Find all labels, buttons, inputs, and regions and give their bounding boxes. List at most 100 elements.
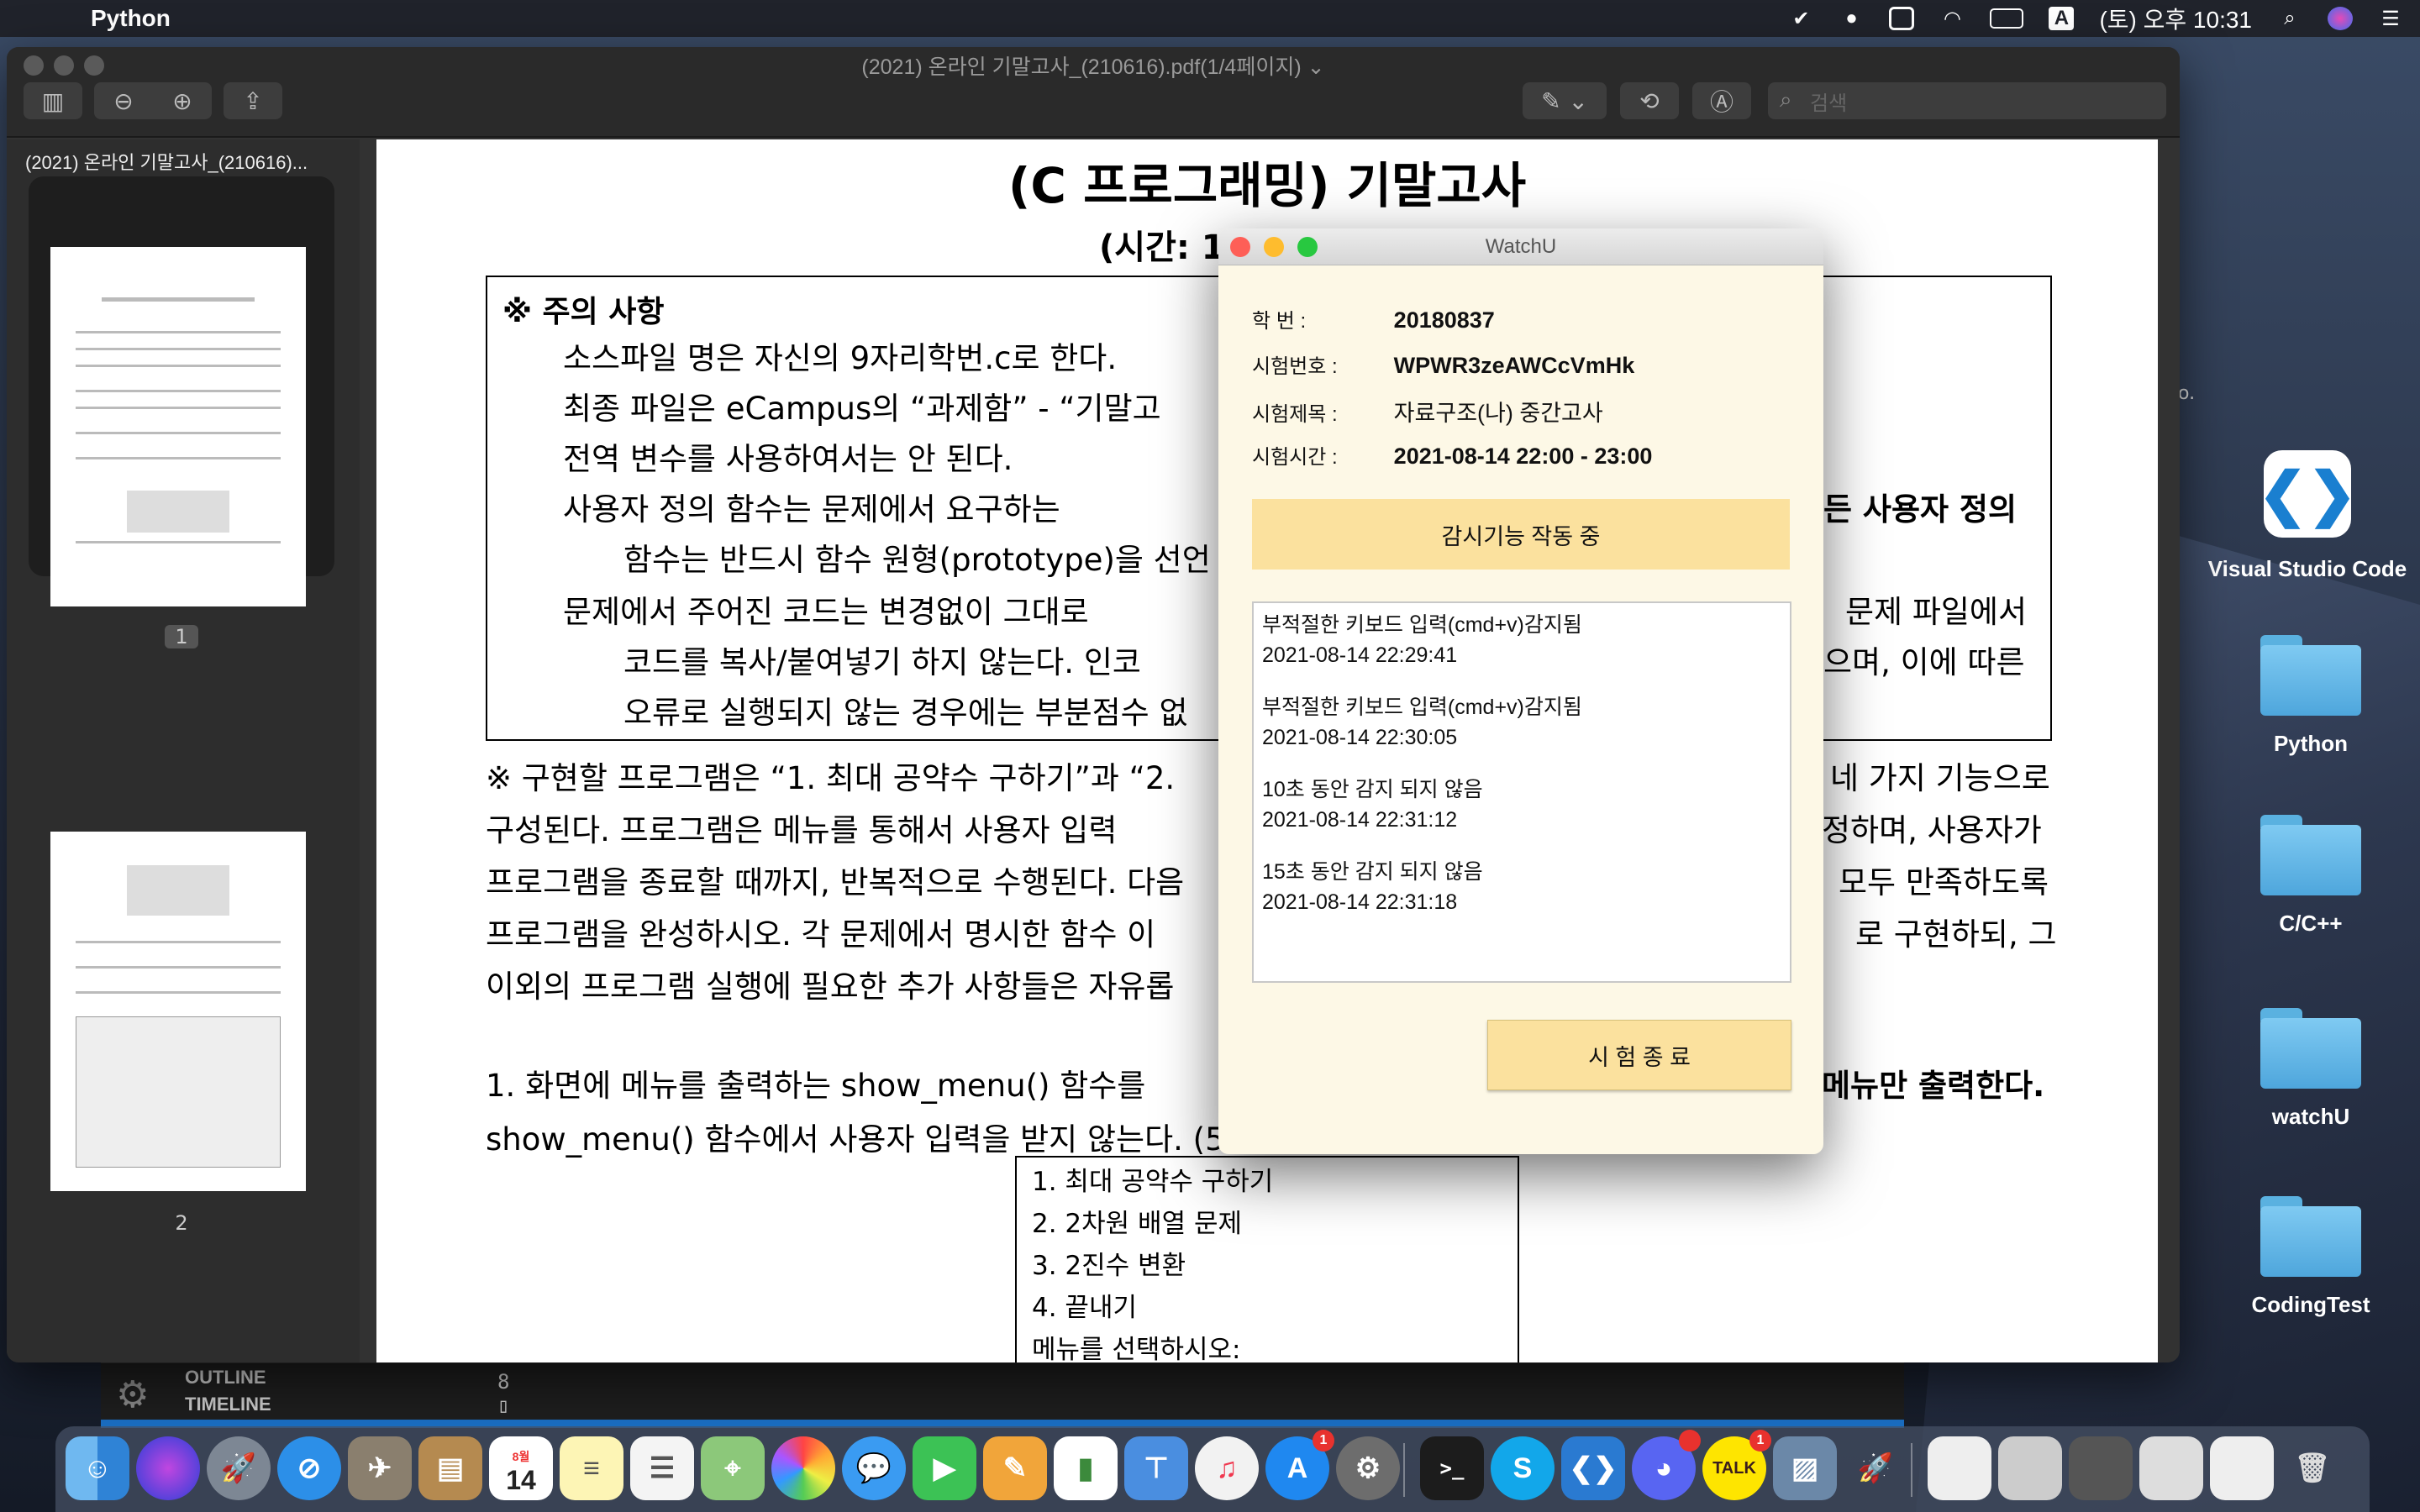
- watchu-window: WatchU 학 번 : 20180837 시험번호 : WPWR3zeAWCc…: [1218, 228, 1823, 1154]
- desktop-text-fragment: o.: [2178, 383, 2196, 404]
- desktop-folder-cpp[interactable]: C/C++: [2210, 815, 2412, 937]
- discord-icon[interactable]: ◕: [1632, 1430, 1701, 1500]
- desktop-icon-label: watchU: [2271, 1104, 2350, 1129]
- notes-icon[interactable]: ≡: [560, 1436, 623, 1500]
- page-number-2[interactable]: 2: [165, 1211, 198, 1235]
- reminders-icon[interactable]: ☰: [630, 1436, 694, 1500]
- recent-document-icon[interactable]: [2210, 1436, 2274, 1500]
- zoom-button[interactable]: [1297, 237, 1318, 257]
- log-entry: 부적절한 키보드 입력(cmd+v)감지됨 2021-08-14 22:29:4…: [1262, 610, 1781, 670]
- body-line: ※ 구현할 프로그램은 “1. 최대 공약수 구하기”과 “2.: [486, 760, 1176, 796]
- sidebar-toggle-button[interactable]: ▥: [24, 82, 82, 119]
- launchpad-icon[interactable]: 🚀: [207, 1436, 271, 1500]
- calendar-day: 14: [506, 1465, 536, 1495]
- app-store-icon[interactable]: A1: [1265, 1430, 1334, 1500]
- battery-icon[interactable]: [1990, 8, 2024, 29]
- minimize-button[interactable]: [1264, 237, 1284, 257]
- desktop-folder-watchu[interactable]: watchU: [2210, 1008, 2412, 1130]
- kakaotalk-label: TALK: [1712, 1458, 1756, 1478]
- terminal-line: 8: [497, 1370, 510, 1394]
- numbers-icon[interactable]: ▮: [1054, 1436, 1118, 1500]
- notice-bullet: 소스파일 명은 자신의 9자리학번.c로 한다.: [563, 340, 1118, 376]
- preview-window: (2021) 온라인 기말고사_(210616).pdf(1/4페이지) ⌄ ▥…: [7, 47, 2180, 1362]
- task-1-cont: show_menu() 함수에서 사용자 입력을 받지 않는다. (5: [486, 1121, 1225, 1158]
- maps-icon[interactable]: ⌖: [701, 1436, 765, 1500]
- desktop-icon-vscode[interactable]: ❮❯ Visual Studio Code: [2207, 450, 2408, 582]
- recent-document-icon[interactable]: [1928, 1436, 1991, 1500]
- control-center-icon[interactable]: ☰: [2378, 7, 2403, 30]
- siri-icon[interactable]: [2328, 7, 2353, 30]
- recent-window-icon[interactable]: [1998, 1436, 2062, 1500]
- outline-section[interactable]: OUTLINE: [185, 1367, 266, 1389]
- body-line-fragment: 정하며, 사용자가: [1822, 812, 2042, 848]
- trash-icon[interactable]: 🗑: [2281, 1436, 2344, 1500]
- input-source-icon[interactable]: A: [2049, 7, 2075, 30]
- window-icon[interactable]: [1889, 7, 1915, 30]
- safari-icon[interactable]: ⊘: [277, 1436, 341, 1500]
- messages-icon[interactable]: 💬: [842, 1436, 906, 1500]
- terminal-output[interactable]: 8 ▯: [497, 1370, 509, 1417]
- preview-app-icon[interactable]: ▨: [1773, 1436, 1837, 1500]
- folder-icon: [2260, 815, 2361, 895]
- vscode-dock-icon[interactable]: ❮❯: [1561, 1436, 1625, 1500]
- monitoring-status-button[interactable]: 감시기능 작동 중: [1252, 499, 1790, 570]
- terminal-icon[interactable]: >_: [1420, 1436, 1484, 1500]
- desktop-folder-codingtest[interactable]: CodingTest: [2210, 1196, 2412, 1318]
- gear-icon[interactable]: ⚙: [116, 1373, 149, 1416]
- calendar-icon[interactable]: 8월 14: [489, 1436, 553, 1500]
- siri-icon[interactable]: [136, 1436, 200, 1500]
- wifi-icon[interactable]: ◠: [1939, 7, 1965, 30]
- zoom-out-icon[interactable]: ⊖: [94, 87, 153, 115]
- notification-icon[interactable]: ●: [1839, 7, 1864, 30]
- kakaotalk-icon[interactable]: TALK 1: [1702, 1430, 1771, 1500]
- check-icon[interactable]: ✔: [1788, 7, 1813, 30]
- rocket-icon[interactable]: 🚀: [1844, 1436, 1907, 1500]
- facetime-icon[interactable]: ▶: [913, 1436, 976, 1500]
- system-preferences-icon[interactable]: ⚙: [1336, 1436, 1400, 1500]
- document-title[interactable]: (2021) 온라인 기말고사_(210616).pdf(1/4페이지) ⌄: [7, 50, 2180, 81]
- mail-bird-icon[interactable]: ✈: [348, 1436, 412, 1500]
- end-exam-button[interactable]: 시 험 종 료: [1487, 1020, 1791, 1090]
- task-1: 1. 화면에 메뉴를 출력하는 show_menu() 함수를: [486, 1068, 1146, 1104]
- rotate-button[interactable]: ⟲: [1620, 82, 1679, 119]
- search-input[interactable]: ⌕ 검색: [1768, 82, 2166, 119]
- zoom-in-icon[interactable]: ⊕: [153, 87, 212, 115]
- exam-title: (C 프로그래밍) 기말고사: [1007, 157, 1527, 214]
- music-icon[interactable]: ♫: [1195, 1436, 1259, 1500]
- menu-example-box: 1. 최대 공약수 구하기 2. 2차원 배열 문제 3. 2진수 변환 4. …: [1015, 1156, 1519, 1362]
- finder-icon[interactable]: ☺: [66, 1436, 129, 1500]
- annotate-button[interactable]: Ⓐ: [1692, 82, 1751, 119]
- sidebar-document-title[interactable]: (2021) 온라인 기말고사_(210616)...: [25, 148, 308, 175]
- timeline-section[interactable]: TIMELINE: [185, 1394, 271, 1415]
- log-time: 2021-08-14 22:29:41: [1262, 643, 1458, 667]
- photos-icon[interactable]: [771, 1436, 835, 1500]
- detection-log[interactable]: 부적절한 키보드 입력(cmd+v)감지됨 2021-08-14 22:29:4…: [1252, 601, 1791, 983]
- page-thumbnail-2[interactable]: [50, 832, 306, 1191]
- app-name-menu[interactable]: Python: [91, 5, 171, 32]
- page-thumbnail-1[interactable]: [50, 247, 306, 606]
- search-icon: ⌕: [1780, 87, 1792, 113]
- skype-icon[interactable]: S: [1491, 1436, 1555, 1500]
- field-label: 학 번 :: [1252, 310, 1307, 333]
- pages-icon[interactable]: ✎: [983, 1436, 1047, 1500]
- vscode-panel: ⚙ OUTLINE TIMELINE 8 ▯: [101, 1362, 1904, 1428]
- desktop-folder-python[interactable]: Python: [2210, 635, 2412, 757]
- page-number-1[interactable]: 1: [165, 625, 198, 648]
- recent-document-icon[interactable]: [2139, 1436, 2203, 1500]
- share-button[interactable]: ⇪: [224, 82, 282, 119]
- close-button[interactable]: [1230, 237, 1250, 257]
- keynote-icon[interactable]: ⊤: [1124, 1436, 1188, 1500]
- menu-bar-clock[interactable]: (토) 오후 10:31: [2099, 2, 2252, 35]
- desktop-icon-label: Visual Studio Code: [2207, 556, 2407, 581]
- markup-button[interactable]: ✎ ⌄: [1523, 82, 1607, 119]
- recent-window-icon[interactable]: [2069, 1436, 2133, 1500]
- zoom-buttons[interactable]: ⊖ ⊕: [94, 82, 212, 119]
- search-icon[interactable]: ⌕: [2277, 7, 2302, 30]
- folder-icon: [2260, 635, 2361, 716]
- thumbnail-sidebar: (2021) 온라인 기말고사_(210616)... 1 2: [7, 139, 360, 1362]
- student-id-value: 20180837: [1393, 307, 1495, 333]
- share-icon: ⇪: [243, 87, 263, 115]
- contacts-icon[interactable]: ▤: [418, 1436, 482, 1500]
- rotate-icon: ⟲: [1639, 87, 1660, 115]
- notice-bullet: 최종 파일은 eCampus의 “과제함” - “기말고: [563, 391, 1161, 427]
